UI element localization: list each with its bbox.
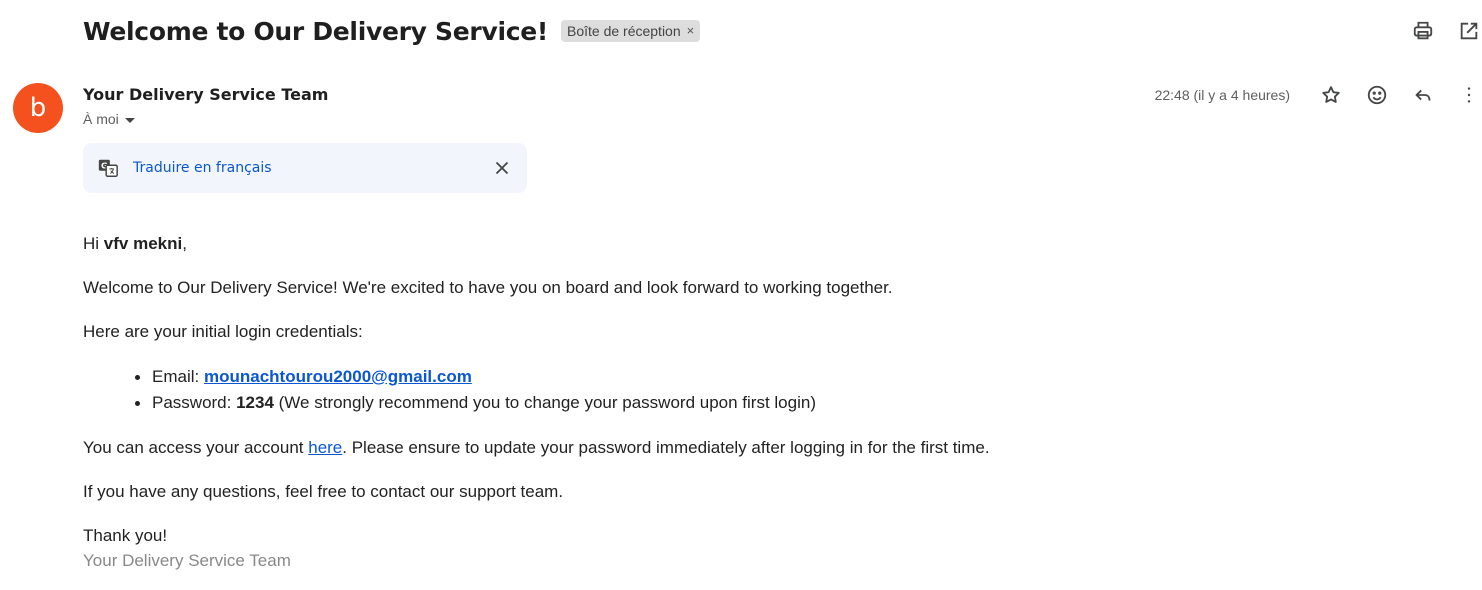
translate-icon: G: [98, 159, 118, 177]
chevron-down-icon: [124, 117, 135, 123]
print-icon: [1413, 21, 1433, 40]
add-reaction-button[interactable]: [1364, 82, 1390, 108]
star-button[interactable]: [1318, 82, 1344, 108]
recipient-name: vfv mekni: [103, 234, 183, 253]
open-in-new-window-button[interactable]: [1456, 18, 1482, 44]
email-body: Hi vfv mekni, Welcome to Our Delivery Se…: [83, 232, 1183, 574]
credentials-list: Email: mounachtourou2000@gmail.com Passw…: [135, 364, 1183, 416]
reply-icon: [1415, 89, 1431, 101]
translate-banner: G Traduire en français: [83, 143, 527, 193]
greeting-suffix: ,: [182, 234, 187, 253]
open-in-new-icon: [1460, 22, 1478, 40]
more-options-button[interactable]: [1456, 82, 1482, 108]
password-value: 1234: [236, 393, 274, 412]
welcome-paragraph: Welcome to Our Delivery Service! We're e…: [83, 278, 893, 297]
message-meta: 22:48 (il y a 4 heures): [1155, 82, 1482, 108]
credentials-intro: Here are your initial login credentials:: [83, 322, 363, 341]
thread-actions: [1410, 18, 1482, 44]
recipient-label: À moi: [83, 111, 119, 127]
reply-button[interactable]: [1410, 82, 1436, 108]
greeting: Hi vfv mekni,: [83, 232, 1183, 256]
email-link[interactable]: mounachtourou2000@gmail.com: [204, 367, 472, 386]
inbox-label-chip[interactable]: Boîte de réception ×: [561, 20, 701, 42]
password-note: (We strongly recommend you to change you…: [273, 393, 816, 412]
avatar-letter: b: [29, 93, 47, 123]
password-label: Password:: [152, 393, 237, 412]
dismiss-translate-button[interactable]: [491, 157, 513, 179]
recipient-toggle[interactable]: À moi: [83, 111, 135, 127]
close-icon: [495, 161, 509, 175]
email-subject: Welcome to Our Delivery Service!: [83, 16, 548, 46]
label-text: Boîte de réception: [567, 23, 681, 39]
emoji-icon: [1367, 85, 1387, 105]
translate-link[interactable]: Traduire en français: [133, 160, 272, 176]
credential-email: Email: mounachtourou2000@gmail.com: [135, 364, 1183, 390]
subject-row: Welcome to Our Delivery Service! Boîte d…: [83, 14, 701, 48]
signature: Your Delivery Service Team: [83, 551, 291, 570]
sender-name[interactable]: Your Delivery Service Team: [83, 85, 328, 104]
message-timestamp: 22:48 (il y a 4 heures): [1154, 87, 1290, 103]
questions-paragraph: If you have any questions, feel free to …: [83, 482, 564, 501]
print-button[interactable]: [1410, 18, 1436, 44]
star-icon: [1322, 86, 1340, 103]
greeting-prefix: Hi: [83, 234, 104, 253]
access-suffix: . Please ensure to update your password …: [342, 438, 990, 457]
sender-avatar[interactable]: b: [13, 83, 63, 133]
remove-label-button[interactable]: ×: [687, 20, 695, 42]
credential-password: Password: 1234 (We strongly recommend yo…: [135, 390, 1183, 416]
thank-you: Thank you!: [83, 526, 168, 545]
account-access-link[interactable]: here: [308, 438, 342, 457]
more-vert-icon: [1467, 87, 1471, 103]
access-paragraph: You can access your account here. Please…: [83, 436, 1183, 460]
access-prefix: You can access your account: [83, 438, 309, 457]
email-label: Email:: [152, 367, 204, 386]
